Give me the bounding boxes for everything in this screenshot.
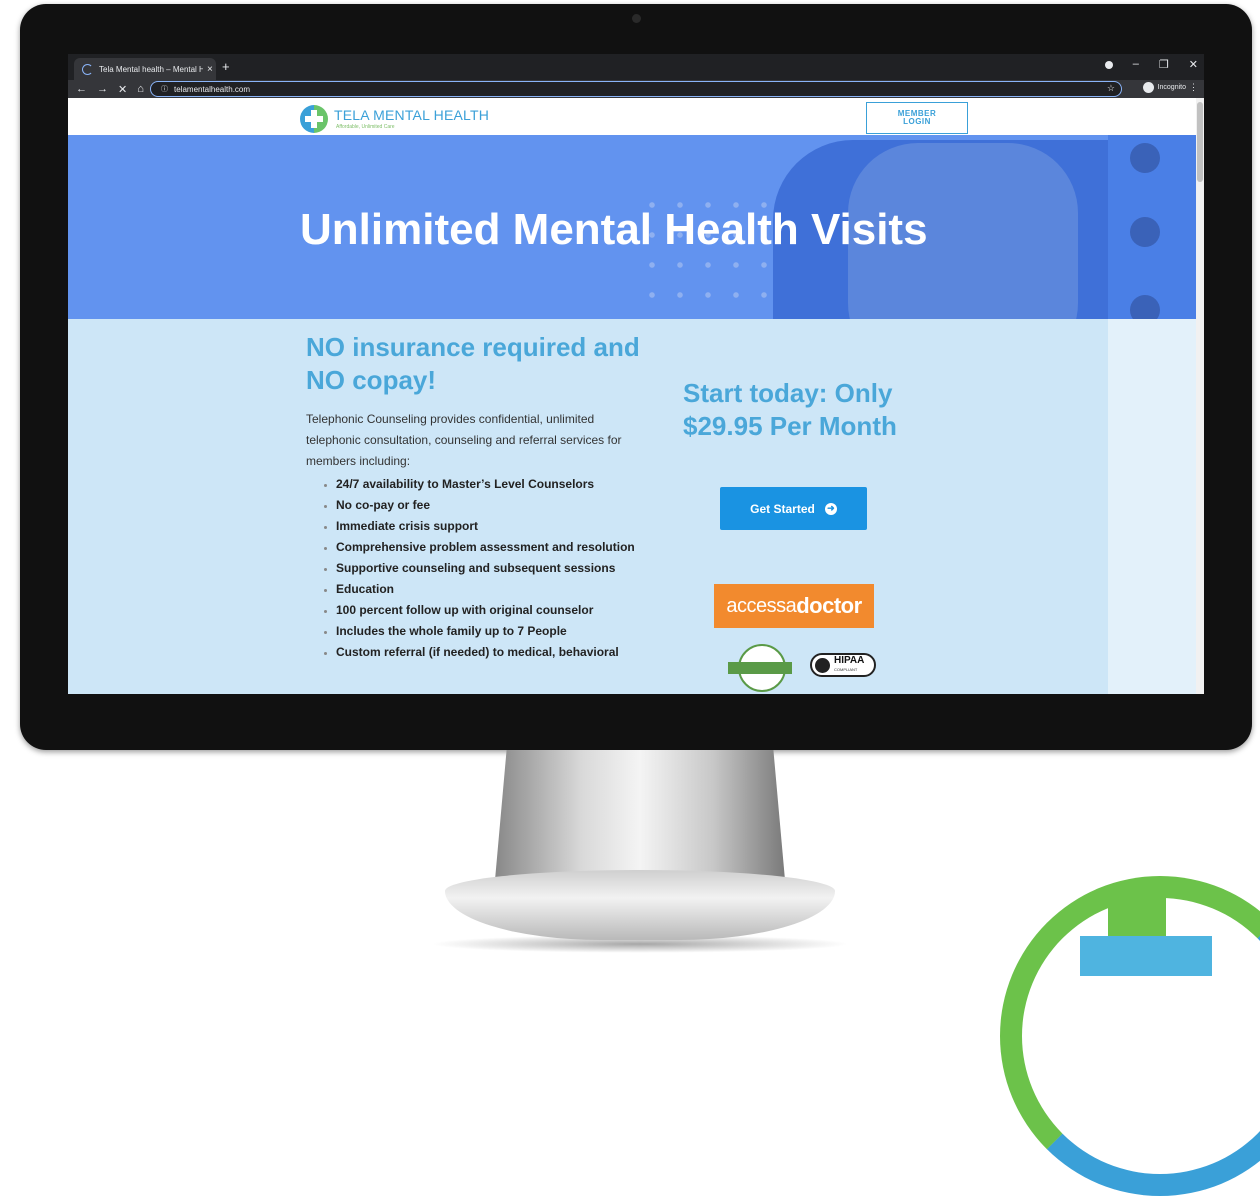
verified-seal-badge (728, 644, 792, 694)
section-heading: NO insurance required and NO copay! (306, 332, 640, 395)
browser-toolbar: ← → ✕ ⌂ ⓘ telamentalhealth.com ☆ Incogni… (68, 80, 1204, 98)
list-item: Education (336, 579, 646, 600)
browser-window: Tela Mental health – Mental Hea × + – ❐ … (68, 54, 1204, 694)
close-window-icon[interactable]: ✕ (1189, 58, 1198, 71)
webpage: TELA MENTAL HEALTH Affordable, Unlimited… (68, 98, 1204, 694)
back-icon[interactable]: ← (76, 83, 87, 96)
section-description: Telephonic Counseling provides confident… (306, 412, 622, 468)
accessa-logo-text: accessa (726, 594, 797, 617)
arrow-right-icon: ➜ (824, 502, 837, 515)
incognito-label: Incognito (1157, 84, 1186, 91)
list-item: Supportive counseling and subsequent ses… (336, 558, 646, 579)
loading-icon (82, 63, 93, 75)
tab-title: Tela Mental health – Mental Hea (99, 64, 203, 74)
info-icon[interactable]: ⓘ (161, 84, 168, 94)
list-item: Custom referral (if needed) to medical, … (336, 642, 646, 663)
hipaa-badge: HIPAA COMPLIANT (810, 653, 876, 677)
webcam (632, 14, 641, 23)
home-icon[interactable]: ⌂ (137, 83, 144, 96)
seal-band (728, 662, 792, 674)
logo-cross-decoration-top (1108, 896, 1166, 936)
accessa-doctor-logo[interactable]: accessa doctor (714, 584, 874, 628)
list-item: No co-pay or fee (336, 495, 646, 516)
monitor-stand-base (445, 870, 835, 940)
scrollbar-thumb[interactable] (1197, 102, 1203, 182)
site-header: TELA MENTAL HEALTH Affordable, Unlimited… (68, 98, 1204, 135)
address-bar[interactable]: ⓘ telamentalhealth.com ☆ (150, 81, 1122, 97)
list-item: Comprehensive problem assessment and res… (336, 537, 646, 558)
tela-logo-icon[interactable] (300, 105, 328, 133)
incognito-indicator[interactable]: Incognito (1142, 82, 1186, 93)
stop-icon[interactable]: ✕ (118, 83, 127, 96)
list-item: 100 percent follow up with original coun… (336, 600, 646, 621)
list-item: Includes the whole family up to 7 People (336, 621, 646, 642)
url-text: telamentalhealth.com (174, 84, 251, 94)
list-item: 24/7 availability to Master’s Level Coun… (336, 474, 646, 495)
forward-icon[interactable]: → (97, 83, 108, 96)
menu-icon[interactable]: ⋮ (1189, 82, 1198, 93)
hero-circle-decoration (1130, 295, 1160, 319)
incognito-icon (1142, 82, 1154, 93)
browser-tab[interactable]: Tela Mental health – Mental Hea × (74, 58, 216, 80)
site-tagline: Affordable, Unlimited Care (336, 124, 395, 130)
bookmark-star-icon[interactable]: ☆ (1107, 83, 1115, 94)
hipaa-sub-label: COMPLIANT (834, 667, 858, 672)
extension-icon[interactable] (1104, 61, 1113, 69)
hero-circle-decoration (1130, 143, 1160, 173)
tab-close-icon[interactable]: × (207, 64, 213, 75)
main-content: NO insurance required and NO copay! Tele… (68, 319, 1204, 694)
site-logo-text[interactable]: TELA MENTAL HEALTH (334, 107, 489, 123)
page-scrollbar[interactable] (1196, 98, 1204, 694)
features-column: NO insurance required and NO copay! Tele… (306, 331, 646, 663)
member-login-button[interactable]: MEMBER LOGIN (866, 102, 968, 134)
hero-title: Unlimited Mental Health Visits (300, 205, 928, 254)
get-started-button[interactable]: Get Started ➜ (720, 487, 867, 530)
get-started-label: Get Started (750, 501, 815, 516)
restore-icon[interactable]: ❐ (1159, 58, 1169, 71)
cta-column: Start today: Only $29.95 Per Month Get S… (683, 377, 903, 530)
cta-price-text: Start today: Only $29.95 Per Month (683, 378, 897, 441)
list-item: Immediate crisis support (336, 516, 646, 537)
hero-banner: Unlimited Mental Health Visits (68, 135, 1204, 319)
doctor-logo-text: doctor (796, 593, 862, 618)
monitor-stand-neck (495, 750, 785, 880)
window-controls: – ❐ ✕ (1104, 58, 1198, 71)
hipaa-text: HIPAA COMPLIANT (834, 656, 864, 674)
minimize-icon[interactable]: – (1133, 58, 1139, 71)
new-tab-button[interactable]: + (222, 59, 230, 74)
features-list: 24/7 availability to Master’s Level Coun… (306, 474, 646, 663)
member-login-label: MEMBER LOGIN (897, 109, 937, 126)
side-ribbon (1108, 319, 1204, 694)
lock-icon (815, 657, 830, 673)
hero-circle-decoration (1130, 217, 1160, 247)
tab-strip: Tela Mental health – Mental Hea × + – ❐ … (68, 54, 1204, 80)
nav-buttons: ← → ✕ ⌂ (76, 83, 144, 96)
